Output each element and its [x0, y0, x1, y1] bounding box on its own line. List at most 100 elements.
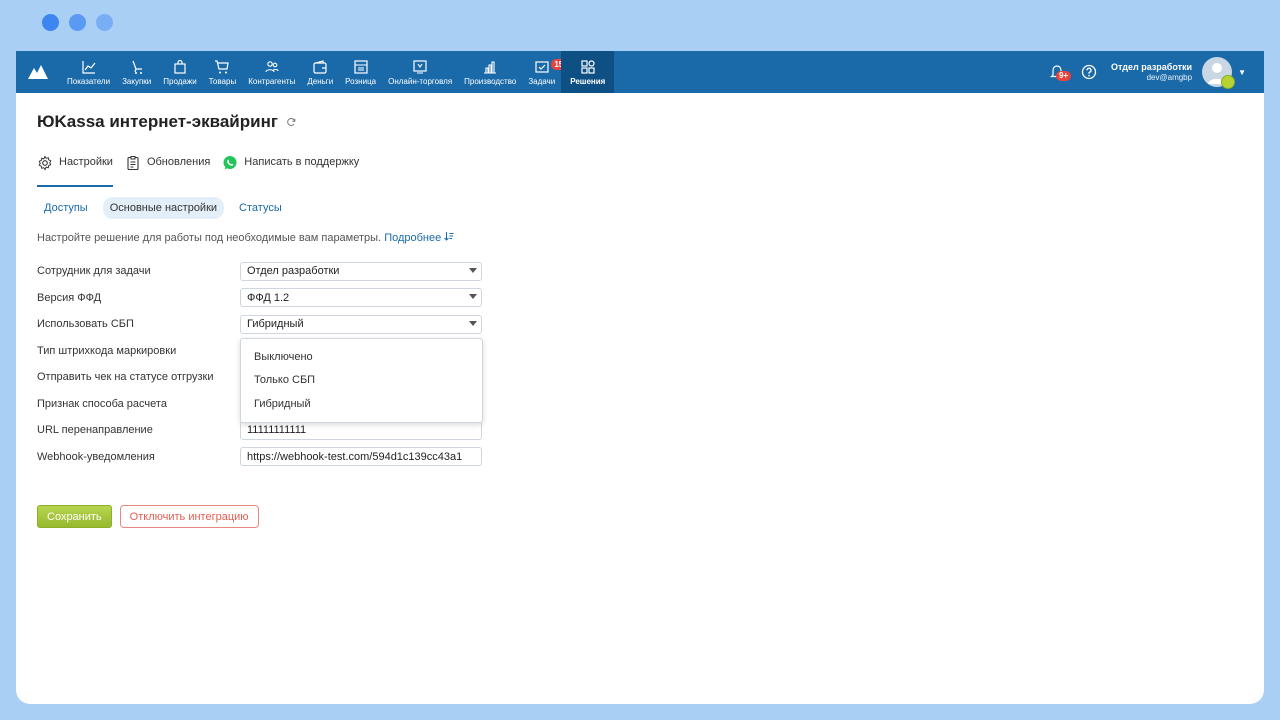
- notifications-badge: 9+: [1055, 71, 1072, 81]
- nav-label: Товары: [208, 76, 237, 86]
- top-navigation-bar: Показатели Закупки Продажи Товары Контра…: [16, 51, 1264, 93]
- nav-label: Деньги: [307, 76, 334, 86]
- save-button[interactable]: Сохранить: [37, 505, 112, 528]
- nav-item-solutions[interactable]: Решения: [561, 51, 615, 93]
- hint-text: Настройте решение для работы под необход…: [37, 232, 382, 244]
- selected-value: ФФД 1.2: [247, 291, 290, 304]
- form-row-barcode: Тип штрихкода маркировки: [37, 338, 1243, 365]
- main-nav: Показатели Закупки Продажи Товары Контра…: [61, 51, 615, 93]
- tab-updates[interactable]: Обновления: [125, 156, 210, 187]
- sbp-select[interactable]: Гибридный: [240, 314, 482, 334]
- nav-label: Розница: [345, 76, 377, 86]
- logo-icon: [28, 65, 48, 79]
- nav-label: Задачи: [528, 76, 556, 86]
- tab-settings[interactable]: Настройки: [37, 155, 113, 187]
- nav-item-products[interactable]: Товары: [203, 51, 243, 93]
- nav-label: Показатели: [67, 76, 111, 86]
- nav-label: Решения: [570, 76, 606, 86]
- redirect-url-input[interactable]: 11111111111: [240, 420, 482, 440]
- nav-item-sales[interactable]: Продажи: [157, 51, 202, 93]
- cart-icon: [215, 59, 230, 73]
- purchases-icon: [132, 60, 142, 74]
- window-dot-3[interactable]: [96, 14, 113, 31]
- dropdown-option-sbp-only[interactable]: Только СБП: [241, 369, 482, 393]
- dropdown-option-hybrid[interactable]: Гибридный: [241, 392, 482, 416]
- nav-item-indicators[interactable]: Показатели: [61, 51, 116, 93]
- settings-hint: Настройте решение для работы под необход…: [37, 232, 1243, 244]
- refresh-icon[interactable]: [286, 117, 296, 127]
- webhook-url-input[interactable]: https://webhook-test.com/594d1c139cc43a1: [240, 447, 482, 467]
- subtab-statuses[interactable]: Статусы: [232, 197, 289, 219]
- subtab-main-settings[interactable]: Основные настройки: [102, 197, 225, 219]
- nav-item-retail[interactable]: Розница: [339, 51, 382, 93]
- more-link[interactable]: Подробнее: [384, 232, 454, 244]
- nav-label: Закупки: [122, 76, 152, 86]
- wallet-icon: [313, 59, 327, 74]
- form-actions: Сохранить Отключить интеграцию: [37, 505, 1243, 528]
- window-controls: [42, 14, 113, 31]
- dropdown-option-off[interactable]: Выключено: [241, 345, 482, 369]
- app-logo[interactable]: [19, 51, 57, 93]
- settings-form: Сотрудник для задачи Отдел разработки Ве…: [37, 258, 1243, 470]
- sbp-dropdown-menu: Выключено Только СБП Гибридный: [240, 338, 483, 423]
- dropdown-arrow-icon: [469, 320, 477, 326]
- sub-tabs: Доступы Основные настройки Статусы: [37, 197, 1243, 219]
- nav-item-online-trade[interactable]: Онлайн-торговля: [382, 51, 458, 93]
- field-label: Признак способа расчета: [37, 397, 167, 410]
- field-label: Тип штрихкода маркировки: [37, 344, 177, 357]
- user-email: dev@amgbp: [1146, 73, 1193, 82]
- nav-item-tasks[interactable]: 1539 Задачи: [522, 51, 576, 93]
- selected-value: Гибридный: [247, 318, 304, 331]
- form-row-send-receipt: Отправить чек на статусе отгрузки: [37, 364, 1243, 391]
- notifications-button[interactable]: 9+: [1047, 60, 1072, 84]
- nav-label: Контрагенты: [248, 76, 296, 86]
- nav-item-production[interactable]: Производство: [458, 51, 522, 93]
- field-label: Использовать СБП: [37, 318, 134, 331]
- nav-item-purchases[interactable]: Закупки: [116, 51, 157, 93]
- user-name: Отдел разработки: [1110, 62, 1193, 72]
- app-window: Показатели Закупки Продажи Товары Контра…: [16, 51, 1264, 704]
- dropdown-arrow-icon: [469, 267, 477, 273]
- disable-integration-button[interactable]: Отключить интеграцию: [119, 505, 259, 528]
- shopping-bag-icon: [174, 59, 186, 74]
- main-content: ЮKassa интернет-эквайринг Настройки Обно…: [16, 112, 1264, 528]
- field-label: Отправить чек на статусе отгрузки: [37, 371, 214, 384]
- subtab-access[interactable]: Доступы: [37, 197, 95, 219]
- ffd-version-select[interactable]: ФФД 1.2: [240, 288, 482, 308]
- user-info[interactable]: Отдел разработки dev@amgbp: [1111, 62, 1192, 82]
- header-right: 9+ Отдел разработки dev@amgbp ▼: [1047, 51, 1264, 93]
- help-icon[interactable]: [1081, 64, 1097, 80]
- field-label: Webhook-уведомления: [37, 450, 155, 463]
- page-title: ЮKassa интернет-эквайринг: [37, 112, 278, 131]
- main-tabs: Настройки Обновления Написать в поддержк…: [37, 155, 1243, 187]
- bar-chart-icon: [484, 60, 497, 74]
- contacts-icon: [265, 60, 279, 72]
- tab-label: Настройки: [59, 156, 113, 168]
- nav-label: Производство: [464, 76, 517, 86]
- online-store-icon: [413, 59, 427, 74]
- window-dot-1[interactable]: [42, 14, 59, 31]
- window-dot-2[interactable]: [69, 14, 86, 31]
- field-label: Версия ФФД: [37, 291, 102, 304]
- employee-select[interactable]: Отдел разработки: [240, 261, 482, 281]
- nav-item-contractors[interactable]: Контрагенты: [242, 51, 301, 93]
- tab-label: Обновления: [146, 156, 211, 168]
- tasks-icon: [535, 60, 549, 73]
- apps-icon: [581, 59, 595, 74]
- status-indicator: [1221, 75, 1236, 89]
- selected-value: Отдел разработки: [247, 265, 340, 278]
- form-row-webhook: Webhook-уведомления https://webhook-test…: [37, 444, 1243, 471]
- form-row-payment-sign: Признак способа расчета: [37, 391, 1243, 418]
- field-label: URL перенаправление: [37, 424, 153, 437]
- tab-support[interactable]: Написать в поддержку: [222, 156, 359, 187]
- chevron-down-icon[interactable]: ▼: [1238, 68, 1246, 77]
- clipboard-icon: [127, 156, 139, 171]
- whatsapp-icon: [223, 156, 237, 170]
- form-row-ffd: Версия ФФД ФФД 1.2: [37, 285, 1243, 312]
- nav-item-money[interactable]: Деньги: [301, 51, 339, 93]
- store-icon: [354, 59, 368, 74]
- avatar[interactable]: [1202, 57, 1236, 89]
- more-link-label: Подробнее: [384, 232, 442, 244]
- nav-label: Продажи: [163, 76, 197, 86]
- chart-line-icon: [81, 60, 95, 74]
